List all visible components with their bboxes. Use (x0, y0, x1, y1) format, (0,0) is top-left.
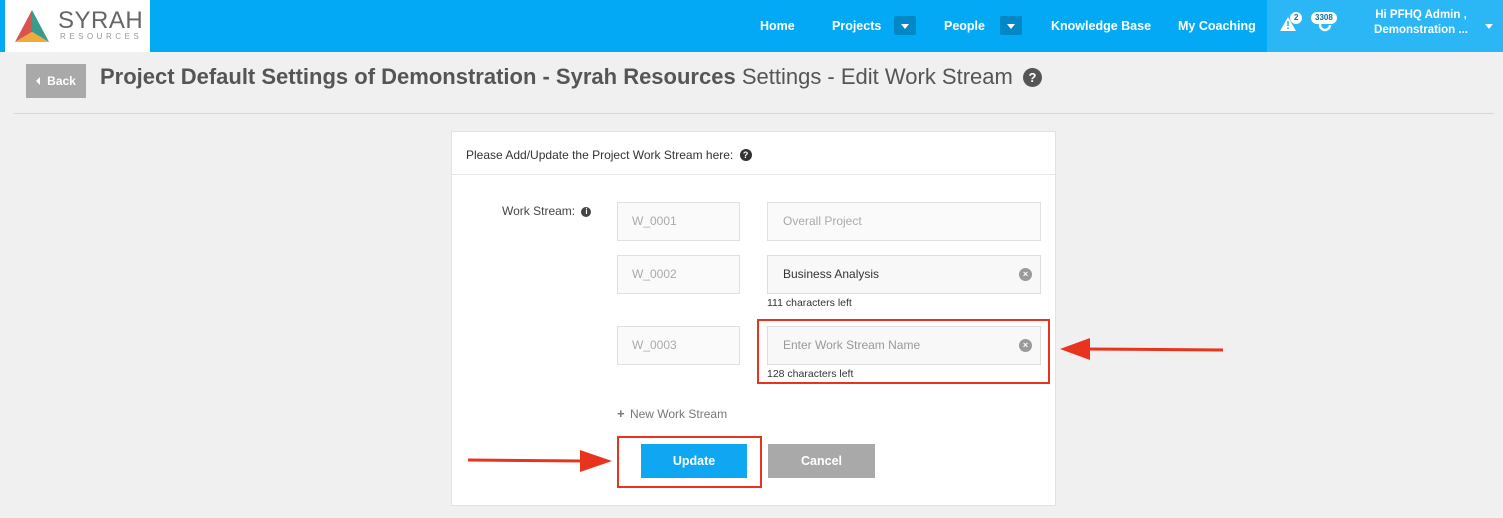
work-stream-name-2-field[interactable]: × (767, 255, 1041, 294)
projects-dropdown-icon[interactable] (894, 16, 916, 35)
nav-my-coaching[interactable]: My Coaching (1178, 19, 1256, 33)
clear-icon[interactable]: × (1019, 268, 1032, 281)
nav-people[interactable]: People (944, 19, 985, 33)
page-title-sub: Settings - Edit Work Stream (741, 64, 1013, 89)
people-dropdown-icon[interactable] (1000, 16, 1022, 35)
heading-help-icon[interactable]: ? (739, 149, 752, 161)
cancel-button[interactable]: Cancel (768, 444, 875, 478)
header-divider (14, 113, 1494, 114)
annotation-arrow-left (1060, 338, 1224, 360)
new-work-stream-link[interactable]: + New Work Stream (617, 406, 727, 421)
card-heading: Please Add/Update the Project Work Strea… (466, 148, 752, 162)
nav-projects[interactable]: Projects (832, 19, 881, 33)
work-stream-label-text: Work Stream: (502, 204, 576, 218)
nav-knowledge-base[interactable]: Knowledge Base (1051, 19, 1151, 33)
brand-name: SYRAH (58, 7, 144, 34)
top-navbar: SYRAH RESOURCES Home Projects People Kno… (0, 0, 1503, 52)
work-stream-code-3: W_0003 (617, 326, 740, 365)
card-header: Please Add/Update the Project Work Strea… (452, 132, 1055, 175)
page-title: Project Default Settings of Demonstratio… (100, 64, 1042, 90)
back-arrow-icon (36, 77, 41, 85)
work-stream-name-1: Overall Project (767, 202, 1041, 241)
new-work-stream-label: New Work Stream (629, 407, 728, 421)
nav-home[interactable]: Home (760, 19, 795, 33)
annotation-highlight-name-field (757, 319, 1050, 384)
brand-subtitle: RESOURCES (60, 32, 143, 41)
logo-triangle-icon (15, 10, 49, 42)
info-icon[interactable]: i (581, 207, 592, 217)
updates-count-badge: 3308 (1311, 12, 1337, 24)
plus-icon: + (617, 406, 625, 421)
back-button[interactable]: Back (26, 64, 86, 98)
page-title-main: Project Default Settings of Demonstratio… (100, 64, 736, 89)
work-stream-label: Work Stream: i (502, 204, 592, 218)
work-stream-name-2-input[interactable] (783, 267, 1003, 281)
card-heading-text: Please Add/Update the Project Work Strea… (466, 148, 734, 162)
user-dropdown-icon[interactable] (1485, 24, 1493, 29)
back-label: Back (47, 74, 76, 88)
user-menu[interactable]: Hi PFHQ Admin , Demonstration ... (1365, 8, 1477, 38)
annotation-arrow-right (467, 450, 612, 472)
annotation-highlight-update (617, 436, 762, 488)
help-icon[interactable]: ? (1022, 68, 1042, 87)
user-organization: Demonstration ... (1374, 24, 1468, 36)
brand-logo[interactable]: SYRAH RESOURCES (5, 0, 150, 52)
work-stream-code-1: W_0001 (617, 202, 740, 241)
user-greeting: Hi PFHQ Admin , (1375, 9, 1467, 21)
work-stream-code-2: W_0002 (617, 255, 740, 294)
chars-left-2: 111 characters left (767, 297, 852, 309)
